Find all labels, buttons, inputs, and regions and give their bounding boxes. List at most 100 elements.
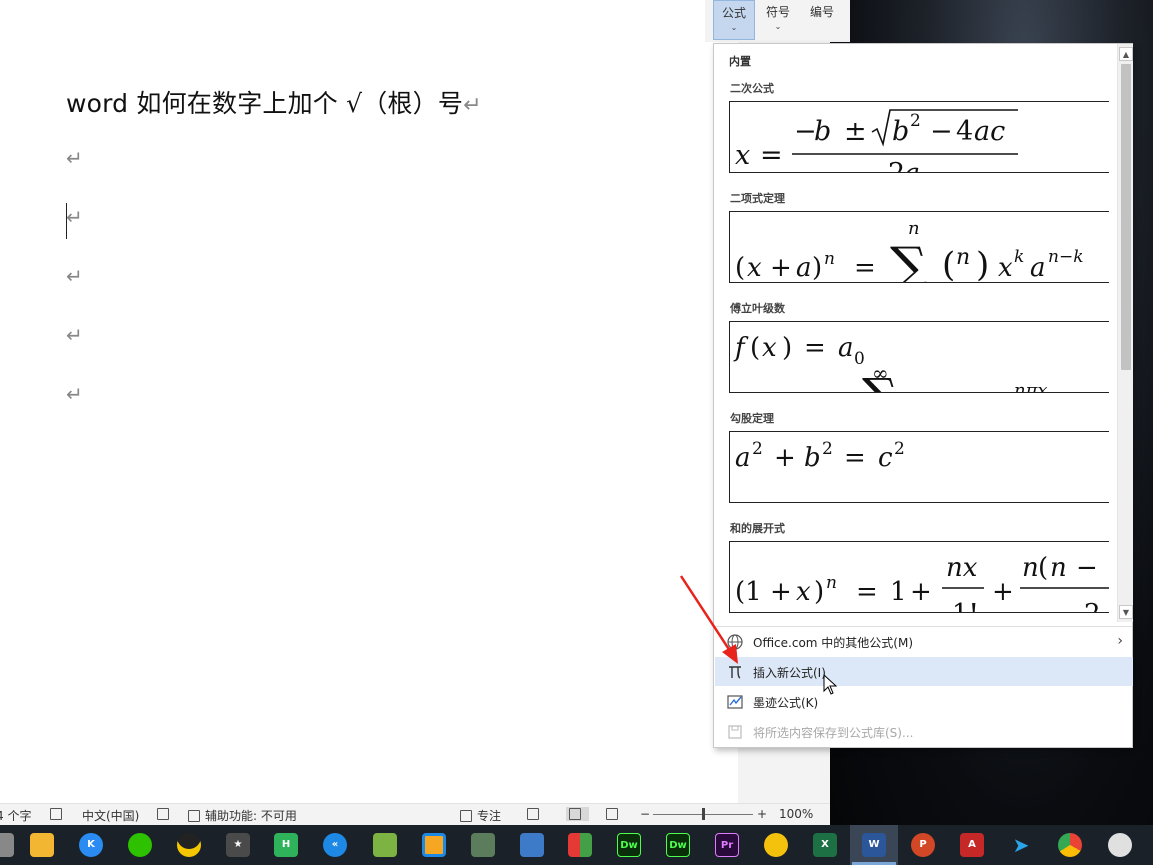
zoom-slider-thumb[interactable]	[702, 808, 705, 820]
chrome-icon[interactable]	[1058, 833, 1082, 857]
gallery-item-fourier[interactable]: 傅立叶级数 f( x) = a0 ∞ ∑ nπx	[714, 300, 1116, 410]
zoom-level[interactable]: 100%	[779, 807, 813, 821]
svg-text:2: 2	[1084, 599, 1101, 613]
office-grid-icon[interactable]	[568, 833, 592, 857]
paragraph-mark[interactable]: ↵	[66, 382, 83, 406]
scrollbar-thumb[interactable]	[1121, 64, 1131, 370]
paragraph-mark[interactable]: ↵	[66, 146, 83, 170]
svg-text:): )	[812, 253, 822, 283]
zoom-in-button[interactable]: +	[757, 807, 767, 821]
qq-icon[interactable]	[177, 833, 201, 857]
save-to-gallery-item: 将所选内容保存到公式库(S)...	[715, 717, 1133, 746]
chevron-right-icon: ›	[1117, 633, 1123, 649]
folder-app-icon[interactable]	[422, 833, 446, 857]
tool-app-icon[interactable]	[471, 833, 495, 857]
office-more-formulas-label: Office.com 中的其他公式(M)	[753, 636, 914, 650]
web-layout-icon[interactable]	[606, 807, 623, 821]
formula-preview: x = − b ± b2 − 4 ac 2a	[729, 101, 1109, 173]
svg-text:a: a	[796, 253, 812, 283]
remote-desktop-icon[interactable]	[520, 833, 544, 857]
paragraph-mark[interactable]: ↵	[66, 264, 83, 288]
file-explorer-icon[interactable]	[30, 833, 54, 857]
paragraph-mark[interactable]: ↵	[66, 323, 83, 347]
symbol-button-label: 符号	[765, 5, 790, 19]
svg-text:n: n	[956, 245, 970, 270]
kugou-icon[interactable]: K	[79, 833, 103, 857]
svg-text:n: n	[1050, 553, 1067, 583]
scroll-down-icon[interactable]: ▼	[1119, 605, 1133, 619]
ink-formula-icon	[727, 695, 743, 709]
svg-text:2: 2	[822, 439, 833, 459]
chevron-down-icon: ⌄	[730, 23, 738, 32]
document-title[interactable]: word 如何在数字上加个 √（根）号↵	[66, 84, 482, 120]
svg-text:f: f	[733, 333, 749, 363]
dreamweaver-2-icon[interactable]: Dw	[666, 833, 690, 857]
focus-mode-button[interactable]: 专注	[460, 807, 501, 824]
svg-text:4: 4	[956, 116, 973, 147]
svg-text:+: +	[992, 577, 1014, 607]
red-arrow-annotation	[679, 575, 738, 664]
partial-app-icon[interactable]	[0, 833, 14, 857]
insert-new-formula-item[interactable]: 插入新公式(I)	[715, 657, 1133, 686]
app-star-icon[interactable]: ★	[226, 833, 250, 857]
svg-text:0: 0	[854, 349, 865, 369]
track-changes-icon[interactable]	[157, 807, 174, 821]
chevron-down-icon: ⌄	[774, 22, 782, 31]
svg-text:k: k	[1014, 247, 1024, 267]
svg-text:=: =	[760, 140, 783, 171]
autocad-icon[interactable]: A	[960, 833, 984, 857]
accessibility-icon	[188, 810, 200, 822]
paragraph-mark[interactable]: ↵	[66, 205, 83, 229]
svg-text:∑: ∑	[862, 368, 898, 393]
symbol-button[interactable]: 符号 ⌄	[760, 0, 796, 40]
cloud-app-icon[interactable]	[1108, 833, 1132, 857]
svg-text:nx: nx	[946, 553, 978, 583]
excel-icon[interactable]: X	[813, 833, 837, 857]
baidu-netdisk-icon[interactable]	[764, 833, 788, 857]
formula-preview: (1 + x ) n = 1 + nx 1! + n( n − 2	[729, 541, 1109, 613]
dreamweaver-icon[interactable]: Dw	[617, 833, 641, 857]
gallery-scrollbar[interactable]: ▲ ▼	[1117, 44, 1133, 622]
svg-text:x: x	[762, 333, 777, 363]
notepad-icon[interactable]	[373, 833, 397, 857]
svg-text:b: b	[892, 116, 909, 147]
formula-gallery: 二次公式 x = − b ± b2 − 4 ac 2a 二项式定理 n (x …	[714, 72, 1116, 620]
gallery-item-sum-expansion[interactable]: 和的展开式 (1 + x ) n = 1 + nx 1! + n( n − 2	[714, 520, 1116, 620]
svg-text:n−k: n−k	[1048, 247, 1084, 267]
svg-text:n: n	[826, 573, 837, 593]
telegram-icon[interactable]: ➤	[1009, 833, 1033, 857]
scroll-up-icon[interactable]: ▲	[1119, 47, 1133, 61]
language-indicator[interactable]: 中文(中国)	[82, 807, 139, 824]
taskbar: K ★ H « Dw Dw Pr X W P A ➤	[0, 825, 1153, 865]
wechat-icon[interactable]	[128, 833, 152, 857]
formula-button[interactable]: 公式 ⌄	[713, 0, 755, 40]
premiere-icon[interactable]: Pr	[715, 833, 739, 857]
proofing-icon[interactable]	[50, 807, 67, 821]
svg-text:−: −	[1076, 553, 1098, 583]
gallery-header: 内置	[729, 55, 751, 68]
read-mode-icon[interactable]	[527, 807, 544, 821]
accessibility-status[interactable]: 辅助功能: 不可用	[188, 807, 297, 824]
kuaijie-icon[interactable]: «	[323, 833, 347, 857]
svg-text:∑: ∑	[890, 237, 927, 283]
word-icon[interactable]: W	[862, 833, 886, 857]
hbuilder-icon[interactable]: H	[274, 833, 298, 857]
formula-button-label: 公式	[721, 6, 746, 20]
ink-formula-item[interactable]: 墨迹公式(K)	[715, 687, 1133, 716]
office-more-formulas-item[interactable]: Office.com 中的其他公式(M) ›	[715, 627, 1133, 656]
text-cursor	[66, 203, 67, 239]
svg-text:): )	[976, 245, 989, 283]
number-button[interactable]: 编号	[804, 0, 840, 40]
powerpoint-icon[interactable]: P	[911, 833, 935, 857]
svg-text:+: +	[774, 443, 796, 473]
gallery-item-pythagorean[interactable]: 勾股定理 a2 + b2 = c2	[714, 410, 1116, 520]
svg-text:b: b	[814, 116, 831, 147]
zoom-out-button[interactable]: −	[640, 807, 650, 821]
word-count[interactable]: 4 个字	[0, 807, 31, 824]
svg-text:x: x	[747, 253, 762, 283]
gallery-item-quadratic[interactable]: 二次公式 x = − b ± b2 − 4 ac 2a	[714, 80, 1116, 190]
gallery-item-label: 二项式定理	[730, 192, 785, 205]
gallery-item-binomial[interactable]: 二项式定理 n (x + a ) n = ∑ ( n ) xk a n−k	[714, 190, 1116, 300]
print-layout-icon[interactable]	[566, 807, 589, 821]
svg-text:): )	[814, 577, 824, 607]
